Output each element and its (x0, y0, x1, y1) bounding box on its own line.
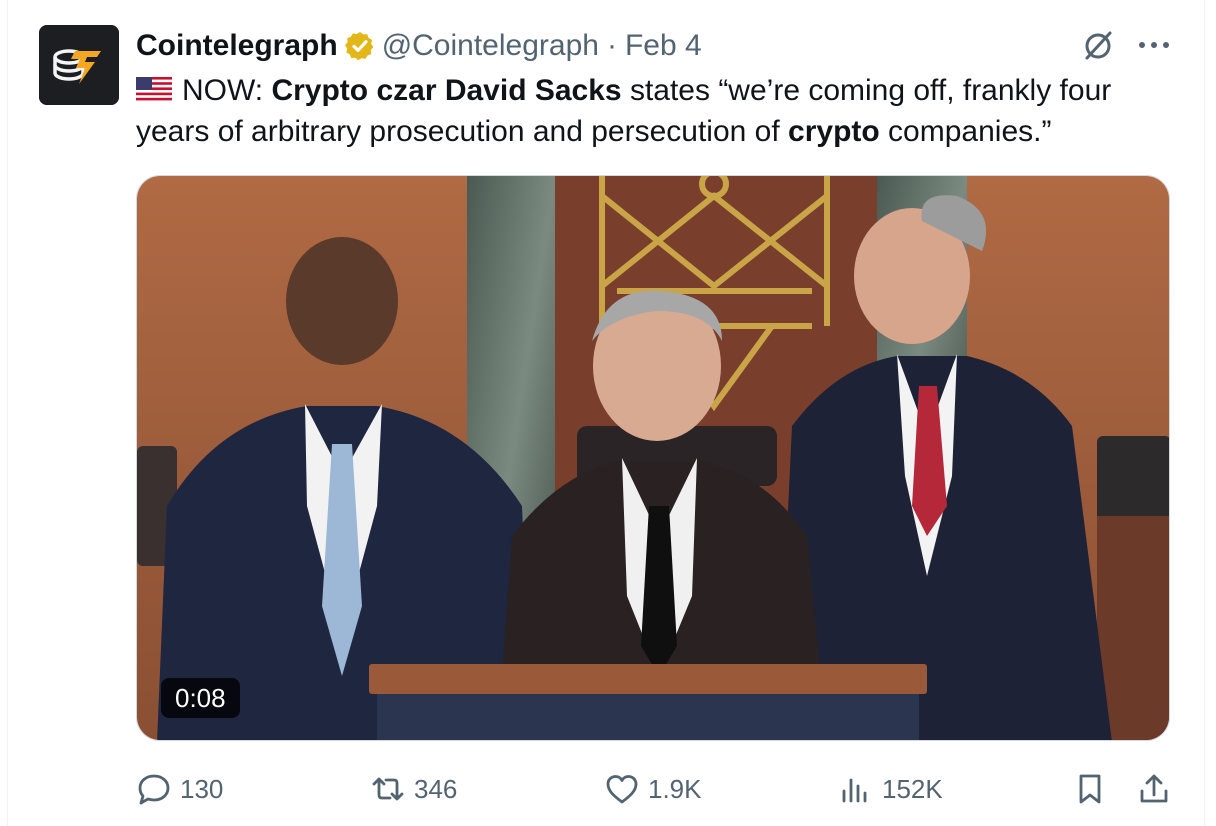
views-button[interactable]: 152K (838, 766, 943, 812)
avatar[interactable] (39, 25, 119, 105)
views-count: 152K (882, 773, 943, 804)
repost-icon (372, 777, 404, 801)
like-button[interactable]: 1.9K (604, 766, 702, 812)
repost-button[interactable]: 346 (370, 766, 457, 812)
verified-badge-icon[interactable] (344, 30, 376, 62)
grok-icon[interactable] (1080, 28, 1116, 64)
tweet-body-2: companies.” (879, 115, 1052, 148)
tweet-bold-crypto: crypto (788, 115, 880, 148)
repost-count: 346 (414, 773, 458, 804)
video-duration: 0:08 (161, 678, 240, 718)
like-icon (606, 775, 638, 804)
reply-count: 130 (180, 773, 224, 804)
more-options-icon[interactable] (1137, 38, 1171, 52)
tweet-bold-subject: Crypto czar David Sacks (271, 74, 622, 107)
tweet-actions: 130 346 1.9K 152K (136, 766, 1176, 812)
tweet-text: NOW: Crypto czar David Sacks states “we’… (136, 70, 1176, 152)
bookmark-icon[interactable] (1072, 771, 1108, 807)
tweet-date[interactable]: Feb 4 (625, 29, 702, 63)
reply-button[interactable]: 130 (136, 766, 223, 812)
share-icon[interactable] (1136, 771, 1172, 807)
us-flag-icon (136, 77, 172, 103)
author-handle[interactable]: @Cointelegraph (382, 29, 599, 63)
header-separator: · (606, 29, 617, 62)
views-icon (842, 778, 867, 803)
cointelegraph-logo-icon (39, 25, 119, 105)
video-frame (137, 176, 1169, 740)
video-player[interactable]: 0:08 (136, 175, 1170, 741)
tweet-prefix: NOW: (182, 74, 272, 107)
reply-icon (138, 774, 170, 805)
author-name[interactable]: Cointelegraph (136, 29, 338, 63)
like-count: 1.9K (648, 773, 702, 804)
tweet-header: Cointelegraph @Cointelegraph · Feb 4 (136, 26, 702, 66)
